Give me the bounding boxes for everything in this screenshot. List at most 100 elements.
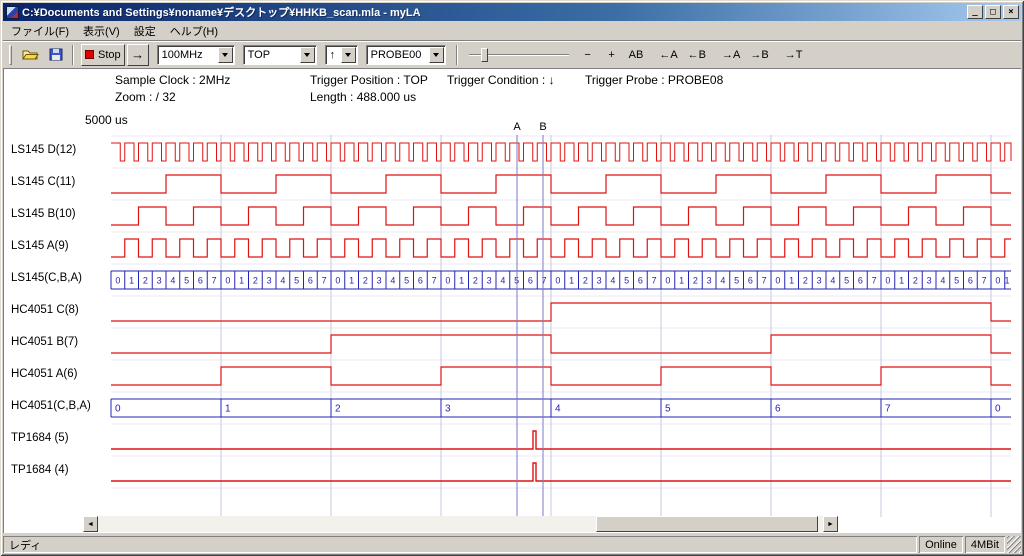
minimize-button[interactable]: _ [967,5,983,19]
bus-value: 6 [198,276,203,286]
bus-value: 5 [294,276,299,286]
trigger-probe-value: PROBE00 [367,49,428,61]
marker-a-label: A [513,121,521,133]
bus-value: 3 [377,276,382,286]
bus-value: 1 [569,276,574,286]
chevron-down-icon [345,53,351,57]
bus-value: 3 [267,276,272,286]
bus-value: 1 [679,276,684,286]
bus-value: 2 [583,276,588,286]
bus-value: 3 [707,276,712,286]
bus-value: 3 [487,276,492,286]
scrollbar-track[interactable] [98,516,823,532]
bus-value: 0 [885,276,890,286]
scroll-left-button[interactable]: ◄ [83,516,98,532]
zoom-in-button[interactable]: + [601,44,623,66]
trigger-position-combo[interactable]: TOP [243,45,317,65]
marker-ab-button[interactable]: AB [625,44,648,66]
bus-value: 4 [610,276,615,286]
toolbar-separator [72,45,74,65]
trigger-probe-dropdown-button[interactable] [429,47,444,63]
open-folder-icon [22,48,39,61]
trigger-probe-combo[interactable]: PROBE00 [366,45,446,65]
bus-value: 7 [542,276,547,286]
wave-square [111,367,1011,385]
menu-help[interactable]: ヘルプ(H) [163,21,225,41]
bus-value: 0 [995,276,1000,286]
bus-value: 7 [885,404,891,415]
zoom-slider[interactable] [469,46,569,64]
bus-value: 7 [652,276,657,286]
bus-value: 5 [665,404,671,415]
bus-value: 0 [335,276,340,286]
bus-value: 6 [968,276,973,286]
menu-view[interactable]: 表示(V) [76,21,127,41]
zoom-out-button[interactable]: − [577,44,599,66]
horizontal-scrollbar[interactable]: ◄ ► [83,516,838,532]
menu-settings[interactable]: 設定 [127,21,163,41]
wave-square [111,303,1011,321]
menu-file[interactable]: ファイル(F) [4,21,76,41]
bus-value: 4 [555,404,561,415]
goto-trigger-button[interactable]: →T [781,44,807,66]
sample-rate-combo[interactable]: 100MHz [157,45,235,65]
bus-value: 6 [775,404,781,415]
bus-value: 4 [280,276,285,286]
trigger-edge-dropdown-button[interactable] [341,47,356,63]
status-bar: レディ Online 4MBit [3,533,1021,553]
toolbar-grip[interactable] [9,45,12,65]
bus-value: 4 [940,276,945,286]
run-button[interactable]: → [127,44,149,66]
scroll-right-button[interactable]: ► [823,516,838,532]
goto-prev-b-button[interactable]: ←B [684,44,710,66]
bus-value: 6 [748,276,753,286]
open-button[interactable] [18,44,43,66]
goto-next-b-button[interactable]: →B [746,44,772,66]
bus-value: 0 [775,276,780,286]
bus-value: 1 [459,276,464,286]
status-online-badge: Online [919,536,963,553]
waveform-canvas[interactable]: 0123456701234567012345670123456701234567… [3,68,1021,533]
waveform-view[interactable]: Sample Clock : 2MHz Trigger Position : T… [3,68,1021,533]
title-bar[interactable]: C:¥Documents and Settings¥noname¥デスクトップ¥… [3,3,1021,21]
bus-value: 1 [349,276,354,286]
bus-value: 7 [212,276,217,286]
bus-value: 4 [830,276,835,286]
stop-label: Stop [98,49,121,61]
bus-value: 2 [913,276,918,286]
bus-value: 0 [555,276,560,286]
bus-value: 4 [170,276,175,286]
chevron-down-icon [433,53,439,57]
app-window: C:¥Documents and Settings¥noname¥デスクトップ¥… [0,0,1024,556]
bus-value: 5 [624,276,629,286]
bus-value: 3 [927,276,932,286]
goto-next-a-button[interactable]: →A [718,44,744,66]
scrollbar-thumb[interactable] [596,516,818,532]
bus-value: 5 [734,276,739,286]
wave-square [111,335,1011,353]
chevron-down-icon [222,53,228,57]
bus-value: 4 [500,276,505,286]
bus-value: 7 [982,276,987,286]
bus-value: 3 [157,276,162,286]
maximize-button[interactable]: □ [985,5,1001,19]
bus-value: 1 [129,276,134,286]
close-button[interactable]: × [1003,5,1019,19]
bus-value: 3 [817,276,822,286]
stop-button[interactable]: Stop [81,44,125,66]
sample-rate-dropdown-button[interactable] [218,47,233,63]
goto-prev-a-button[interactable]: ←A [655,44,681,66]
chevron-down-icon [304,53,310,57]
trigger-position-dropdown-button[interactable] [300,47,315,63]
bus-value: 0 [115,404,121,415]
trigger-edge-combo[interactable]: ↑ [325,45,358,65]
app-icon [6,6,19,19]
status-ready-text: レディ [3,536,917,553]
wave-square [111,239,1011,257]
sample-rate-value: 100MHz [158,49,217,61]
wave-square [111,207,1011,225]
bus-value: 1 [225,404,231,415]
save-button[interactable] [45,44,67,66]
slider-thumb[interactable] [481,48,488,62]
resize-grip[interactable] [1007,536,1021,553]
